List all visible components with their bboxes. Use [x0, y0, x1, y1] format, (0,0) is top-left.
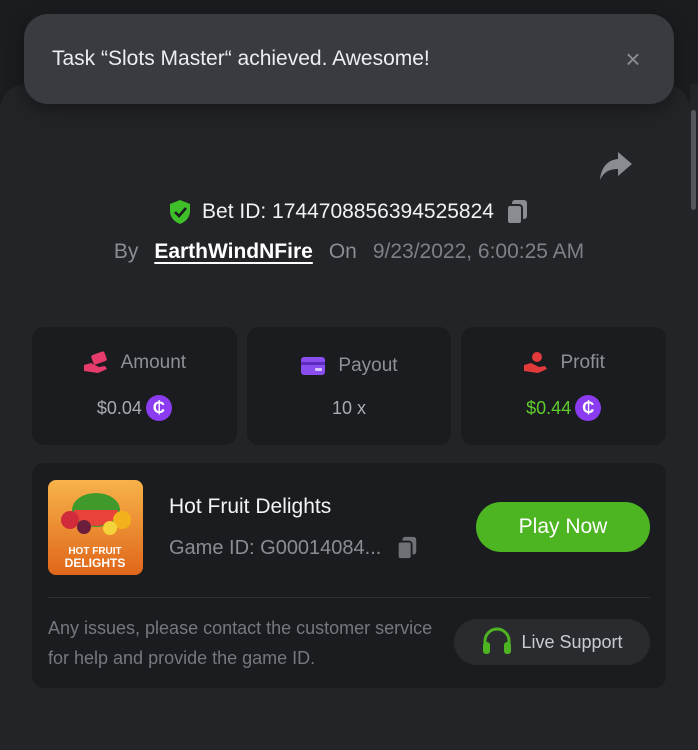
copy-icon[interactable]	[395, 535, 419, 561]
stat-card-amount: Amount $0.04 ₵	[32, 327, 237, 445]
achievement-toast: Task “Slots Master“ achieved. Awesome! ×	[24, 14, 674, 104]
bet-date: 9/23/2022, 6:00:25 AM	[372, 240, 585, 263]
coin-icon: ₵	[575, 395, 602, 421]
live-support-button[interactable]: Live Support	[454, 619, 650, 665]
bet-id-row: Bet ID: 1744708856394525824	[0, 198, 698, 226]
on-label: On	[328, 240, 357, 263]
stats-row: Amount $0.04 ₵ Payout 10 x Profit $0.44 …	[32, 327, 667, 445]
stat-card-payout: Payout 10 x	[246, 327, 452, 445]
game-card: HOT FRUIT DELIGHTS Hot Fruit Delights Ga…	[32, 463, 666, 688]
live-support-label: Live Support	[521, 631, 623, 652]
stat-value: 10 x	[331, 397, 367, 418]
stat-label: Payout	[338, 354, 398, 376]
copy-icon[interactable]	[504, 198, 530, 226]
toast-message: Task “Slots Master“ achieved. Awesome!	[52, 47, 430, 70]
play-now-button[interactable]: Play Now	[476, 502, 650, 552]
divider	[48, 597, 650, 598]
close-icon[interactable]: ×	[620, 44, 646, 75]
bet-id: Bet ID: 1744708856394525824	[202, 200, 494, 223]
username-link[interactable]: EarthWindNFire	[154, 240, 312, 264]
scrollbar-thumb[interactable]	[691, 110, 696, 210]
game-id-row: Game ID: G00014084...	[169, 535, 419, 561]
card-icon	[301, 356, 326, 375]
hand-money-icon	[83, 351, 107, 373]
game-id: Game ID: G00014084...	[169, 536, 382, 559]
stat-value: $0.44	[526, 397, 572, 418]
share-icon[interactable]	[598, 150, 634, 182]
headset-icon	[483, 627, 512, 654]
hand-coin-icon	[523, 352, 547, 373]
support-help-text: Any issues, please contact the customer …	[48, 618, 433, 668]
verified-shield-icon	[170, 200, 191, 224]
stat-label: Amount	[120, 352, 187, 373]
thumb-title-bottom: DELIGHTS	[65, 556, 126, 570]
game-thumbnail[interactable]: HOT FRUIT DELIGHTS	[48, 480, 143, 575]
bet-meta-row: By EarthWindNFire On 9/23/2022, 6:00:25 …	[0, 240, 698, 264]
stat-value: $0.04	[96, 397, 142, 418]
stat-label: Profit	[560, 352, 605, 373]
coin-icon: ₵	[145, 395, 172, 421]
by-label: By	[113, 240, 139, 263]
game-title[interactable]: Hot Fruit Delights	[169, 495, 331, 519]
stat-card-profit: Profit $0.44 ₵	[461, 327, 667, 445]
